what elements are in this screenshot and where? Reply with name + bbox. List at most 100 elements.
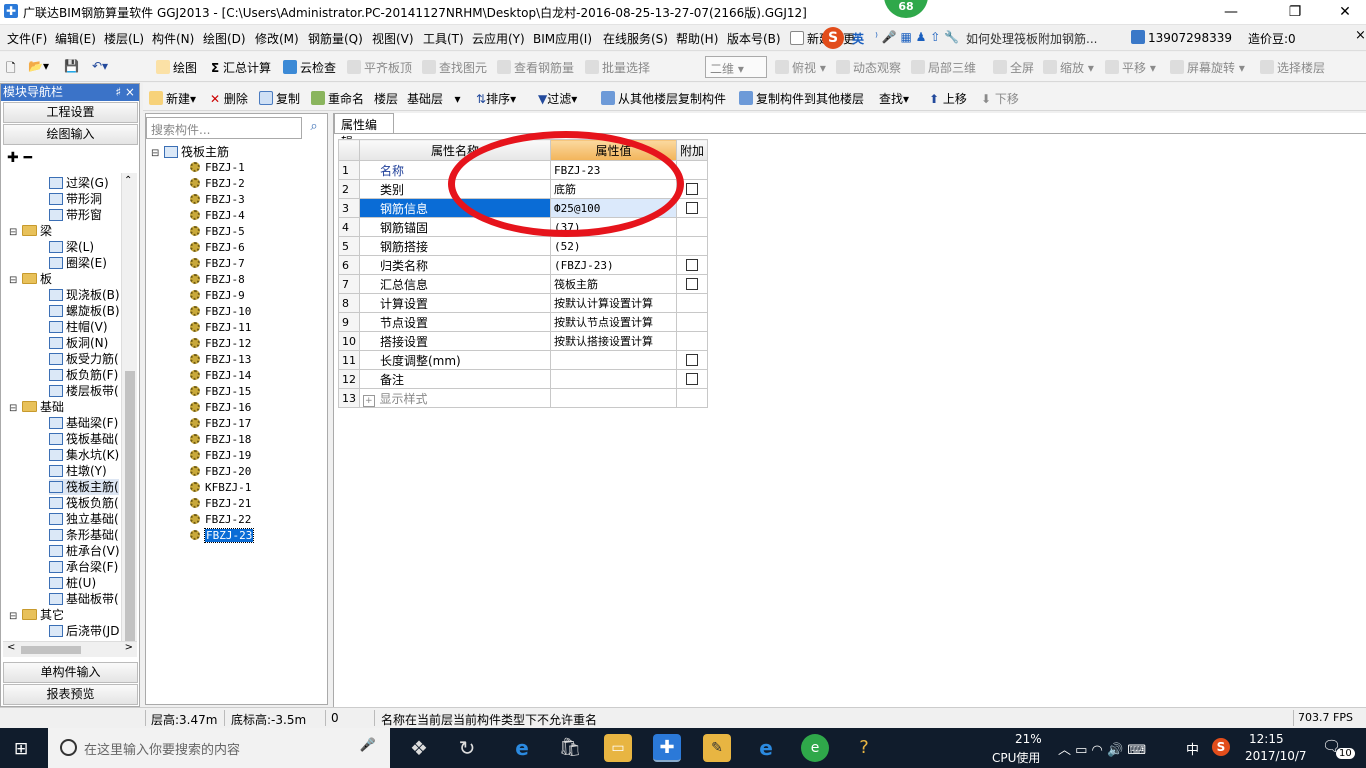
nav-folder[interactable]: ⊟ 梁: [9, 223, 52, 239]
nav-tree-item[interactable]: 梁(L): [49, 239, 94, 255]
summary-calc-button[interactable]: Σ 汇总计算: [211, 59, 271, 76]
fullscreen-button[interactable]: 全屏: [993, 59, 1034, 76]
property-row[interactable]: 6 归类名称 (FBZJ-23): [338, 255, 709, 275]
collapse-icon[interactable]: ⊟: [9, 401, 19, 417]
draw-input-button[interactable]: 绘图输入: [3, 124, 138, 145]
nav-tree-item[interactable]: 条形基础(: [49, 527, 119, 543]
menu-floor[interactable]: 楼层(L): [104, 30, 144, 47]
ime-lang-indicator[interactable]: 英: [852, 30, 864, 47]
rename-button[interactable]: 重命名: [311, 90, 364, 107]
property-row[interactable]: 7 汇总信息 筏板主筋: [338, 274, 709, 294]
component-list-item[interactable]: FBZJ-23: [190, 528, 255, 543]
extra-checkbox[interactable]: [686, 259, 698, 271]
nav-tree-item[interactable]: 筏板基础(: [49, 431, 119, 447]
component-list-item[interactable]: FBZJ-9: [190, 288, 245, 303]
nav-tree-item[interactable]: 带形洞: [49, 191, 102, 207]
menu-tools[interactable]: 工具(T): [423, 30, 464, 47]
component-list-item[interactable]: FBZJ-6: [190, 240, 245, 255]
nav-tree-item[interactable]: 螺旋板(B): [49, 303, 120, 319]
pin-close-icon[interactable]: ♯ ×: [115, 84, 135, 101]
nav-tree-item[interactable]: 楼层板带(: [49, 383, 119, 399]
nav-tree-item[interactable]: 柱帽(V): [49, 319, 108, 335]
property-extra[interactable]: [675, 369, 709, 389]
nav-tree-item[interactable]: 基础梁(F): [49, 415, 118, 431]
find-button[interactable]: 查找▾: [879, 90, 909, 107]
nav-tree-item[interactable]: 桩(U): [49, 575, 96, 591]
property-row[interactable]: 9 节点设置 按默认节点设置计算: [338, 312, 709, 332]
property-row[interactable]: 12 备注: [338, 369, 709, 389]
copy-button[interactable]: 复制: [259, 90, 300, 107]
minimize-button[interactable]: —: [1216, 2, 1246, 22]
top-view-button[interactable]: 俯视 ▾: [775, 59, 826, 76]
view-mode-select[interactable]: 二维 ▾: [705, 56, 767, 78]
sogou-ime-icon[interactable]: S: [822, 27, 844, 49]
clock-time[interactable]: 12:15: [1249, 732, 1284, 746]
close-button[interactable]: ✕: [1330, 2, 1360, 22]
nav-tree-item[interactable]: 基础板带(: [49, 591, 119, 607]
expand-icon[interactable]: +: [363, 394, 375, 407]
ie-browser-icon[interactable]: e: [752, 734, 780, 762]
component-list-item[interactable]: FBZJ-12: [190, 336, 251, 351]
menu-draw[interactable]: 绘图(D): [203, 30, 246, 47]
component-root[interactable]: ⊟ 筏板主筋: [151, 144, 229, 160]
project-settings-button[interactable]: 工程设置: [3, 102, 138, 123]
menu-close-icon[interactable]: ×: [1355, 28, 1366, 43]
property-value[interactable]: 按默认节点设置计算: [550, 312, 677, 332]
property-value[interactable]: (52): [550, 236, 677, 256]
component-list-item[interactable]: FBZJ-7: [190, 256, 245, 271]
screen-rotate-button[interactable]: 屏幕旋转 ▾: [1170, 59, 1245, 76]
menu-component[interactable]: 构件(N): [152, 30, 194, 47]
nav-tree-item[interactable]: 板受力筋(: [49, 351, 119, 367]
menu-online[interactable]: 在线服务(S): [603, 30, 668, 47]
menu-help[interactable]: 帮助(H): [676, 30, 718, 47]
nav-tree-item[interactable]: 带形窗: [49, 207, 102, 223]
nav-scrollbar[interactable]: ⌃: [121, 173, 137, 651]
sogou-tray-icon[interactable]: S: [1212, 738, 1230, 756]
batch-select-button[interactable]: 批量选择: [585, 59, 650, 76]
nav-tree-item[interactable]: 柱墩(Y): [49, 463, 107, 479]
component-list-item[interactable]: FBZJ-15: [190, 384, 251, 399]
filter-button[interactable]: ▼过滤▾: [538, 90, 577, 107]
collapse-icon[interactable]: ⊟: [9, 225, 19, 241]
select-floor-button[interactable]: 选择楼层: [1260, 59, 1325, 76]
align-slab-top-button[interactable]: 平齐板顶: [347, 59, 412, 76]
property-value[interactable]: [550, 369, 677, 389]
nav-tree-item[interactable]: 圈梁(E): [49, 255, 107, 271]
microphone-icon[interactable]: 🎤: [360, 738, 376, 753]
component-list-item[interactable]: KFBZJ-1: [190, 480, 251, 495]
draw-button[interactable]: 绘图: [156, 59, 197, 76]
nav-tree-item[interactable]: 后浇带(JD: [49, 623, 119, 639]
nav-folder[interactable]: ⊟ 其它: [9, 607, 64, 623]
menu-view[interactable]: 视图(V): [372, 30, 414, 47]
component-list-item[interactable]: FBZJ-18: [190, 432, 251, 447]
component-list-item[interactable]: FBZJ-3: [190, 192, 245, 207]
property-row[interactable]: 8 计算设置 按默认计算设置计算: [338, 293, 709, 313]
delete-button[interactable]: ✕ 删除: [210, 90, 248, 107]
component-search-input[interactable]: 搜索构件...: [146, 117, 302, 139]
collapse-icon[interactable]: ⊟: [9, 609, 19, 625]
nav-tree-item[interactable]: 过梁(G): [49, 175, 109, 191]
component-list-item[interactable]: FBZJ-4: [190, 208, 245, 223]
nav-tree-item[interactable]: 承台梁(F): [49, 559, 118, 575]
new-component-button[interactable]: 新建▾: [149, 90, 196, 107]
extra-checkbox[interactable]: [686, 354, 698, 366]
property-value[interactable]: [550, 388, 677, 408]
nav-tree-item[interactable]: 现浇板(B): [49, 287, 120, 303]
property-row[interactable]: 13 + 显示样式: [338, 388, 709, 408]
sort-button[interactable]: ⇅排序▾: [476, 90, 516, 107]
maximize-button[interactable]: ❐: [1280, 2, 1310, 22]
floor-select[interactable]: 基础层 ▾: [407, 90, 460, 107]
menu-bim[interactable]: BIM应用(I): [533, 30, 592, 47]
component-list-item[interactable]: FBZJ-19: [190, 448, 251, 463]
tab-property-edit[interactable]: 属性编辑: [334, 113, 394, 149]
component-list-item[interactable]: FBZJ-22: [190, 512, 251, 527]
move-down-button[interactable]: ⬇ 下移: [981, 90, 1019, 107]
nav-tree-item[interactable]: 独立基础(: [49, 511, 119, 527]
local-3d-button[interactable]: 局部三维: [911, 59, 976, 76]
green-app-icon[interactable]: e: [801, 734, 829, 762]
view-rebar-qty-button[interactable]: 查看钢筋量: [497, 59, 574, 76]
nav-folder[interactable]: ⊟ 基础: [9, 399, 64, 415]
component-list-item[interactable]: FBZJ-2: [190, 176, 245, 191]
task-view-icon[interactable]: ❖: [405, 734, 433, 762]
taskbar-search[interactable]: 在这里输入你要搜索的内容 🎤: [48, 728, 390, 768]
